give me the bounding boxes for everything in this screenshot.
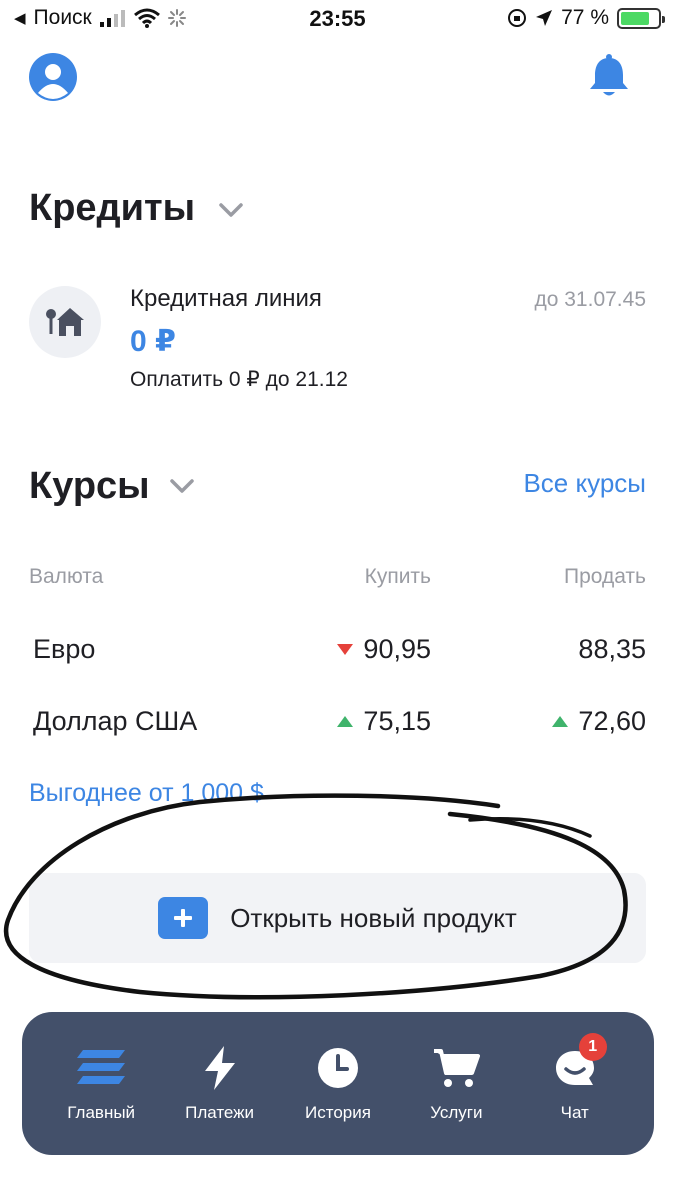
promo-link[interactable]: Выгоднее от 1 000 $ — [29, 779, 264, 808]
tab-services[interactable]: Услуги — [406, 1045, 506, 1123]
orientation-lock-icon — [508, 9, 527, 27]
credit-amount: 0 ₽ — [130, 325, 176, 358]
trend-up-icon — [552, 716, 569, 727]
tab-main[interactable]: Главный — [51, 1045, 151, 1123]
buy-rate-value: 75,15 — [363, 706, 431, 736]
buy-rate: 90,95 — [337, 634, 431, 665]
tab-label: Услуги — [430, 1102, 483, 1122]
trend-down-icon — [337, 644, 354, 655]
tab-chat[interactable]: 1 Чат — [525, 1032, 625, 1123]
house-icon — [46, 308, 84, 336]
tab-label: Главный — [67, 1102, 136, 1122]
tab-label: Платежи — [185, 1102, 255, 1122]
status-right: 77 % — [507, 6, 665, 30]
currency-name: Доллар США — [33, 706, 198, 736]
credit-payment-note: Оплатить 0 ₽ до 21.12 — [130, 368, 348, 391]
bell-icon — [590, 54, 628, 96]
column-header-sell: Продать — [563, 565, 646, 588]
lightning-icon — [194, 1045, 246, 1091]
profile-avatar-button[interactable] — [29, 53, 77, 101]
sell-rate: 88,35 — [578, 634, 646, 665]
open-new-product-label: Открыть новый продукт — [230, 902, 517, 933]
sell-rate: 72,60 — [552, 706, 646, 737]
tab-history[interactable]: История — [288, 1045, 388, 1123]
credits-title[interactable]: Кредиты — [29, 187, 195, 230]
user-avatar-icon — [29, 53, 77, 101]
buy-rate: 75,15 — [337, 706, 431, 737]
tab-label: Чат — [560, 1102, 589, 1122]
unread-badge: 1 — [578, 1032, 607, 1061]
notifications-button[interactable] — [588, 53, 630, 99]
chevron-down-icon[interactable] — [169, 478, 195, 494]
cart-icon — [430, 1045, 482, 1091]
rates-title[interactable]: Курсы — [29, 465, 150, 508]
credit-name: Кредитная линия — [130, 285, 322, 312]
column-header-buy: Купить — [364, 565, 431, 588]
sell-rate-value: 72,60 — [578, 706, 646, 736]
chevron-down-icon[interactable] — [218, 202, 244, 218]
bottom-tab-bar: Главный Платежи История Услуги 1 Чат — [22, 1012, 654, 1155]
plus-icon — [158, 897, 209, 939]
credit-icon-circle — [29, 286, 101, 358]
chat-icon: 1 — [549, 1032, 607, 1091]
all-rates-link[interactable]: Все курсы — [523, 468, 646, 499]
status-bar: ◀ Поиск 23:55 77 % — [0, 0, 675, 40]
sell-rate-value: 88,35 — [578, 634, 646, 664]
buy-rate-value: 90,95 — [363, 634, 431, 664]
credit-until-date: до 31.07.45 — [534, 288, 646, 311]
tab-label: История — [305, 1102, 371, 1122]
currency-name: Евро — [33, 634, 96, 664]
column-header-currency: Валюта — [29, 565, 104, 588]
tab-payments[interactable]: Платежи — [170, 1045, 270, 1123]
location-arrow-icon — [536, 10, 553, 26]
clock-icon — [312, 1045, 364, 1091]
battery-icon — [617, 7, 665, 29]
open-new-product-button[interactable]: Открыть новый продукт — [29, 873, 646, 963]
trend-up-icon — [337, 716, 354, 727]
battery-percent: 77 % — [561, 6, 609, 29]
menu-stack-icon — [75, 1045, 127, 1091]
